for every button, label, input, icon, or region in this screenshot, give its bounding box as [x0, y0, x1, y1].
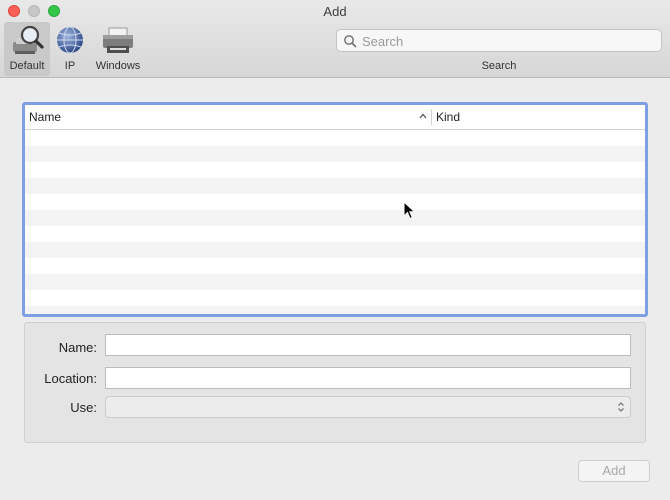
mouse-pointer-icon	[403, 201, 416, 220]
toolbar-default-label: Default	[9, 60, 45, 72]
toolbar-windows-button[interactable]: Windows	[90, 22, 146, 76]
table-row	[25, 290, 645, 306]
printer-list-table[interactable]: Name Kind	[22, 102, 648, 317]
add-printer-window: Add Default IP Windows Search Search Nam…	[0, 0, 670, 500]
table-row	[25, 226, 645, 242]
search-icon	[344, 35, 357, 48]
globe-icon	[57, 26, 83, 54]
location-label: Location:	[44, 371, 97, 386]
use-select[interactable]	[105, 396, 631, 418]
column-divider[interactable]	[431, 109, 432, 125]
toolbar-windows-label: Windows	[95, 60, 141, 72]
table-row	[25, 306, 645, 314]
table-row	[25, 178, 645, 194]
magnifier-printer-icon	[13, 25, 44, 54]
name-label: Name:	[58, 340, 97, 355]
column-header-kind[interactable]: Kind	[436, 105, 636, 129]
table-row	[25, 274, 645, 290]
window-title: Add	[323, 4, 347, 19]
use-label: Use:	[70, 400, 97, 415]
table-row	[25, 242, 645, 258]
table-row	[25, 194, 645, 210]
name-field[interactable]	[105, 334, 631, 356]
table-body	[25, 130, 645, 314]
printer-icon	[103, 27, 133, 53]
table-row	[25, 162, 645, 178]
search-field[interactable]	[336, 29, 662, 52]
toolbar: Add Default IP Windows Search Search	[0, 0, 670, 78]
table-row	[25, 130, 645, 146]
toolbar-default-button[interactable]: Default	[4, 22, 50, 76]
toolbar-ip-label: IP	[64, 60, 76, 72]
up-down-chevron-icon	[618, 402, 624, 412]
sort-ascending-icon	[419, 113, 427, 119]
add-button[interactable]: Add	[578, 460, 650, 482]
table-row	[25, 146, 645, 162]
table-row	[25, 210, 645, 226]
table-header: Name Kind	[25, 105, 645, 130]
printer-details-form: Name: Location: Use:	[24, 322, 646, 443]
search-input[interactable]	[360, 32, 654, 51]
table-row	[25, 258, 645, 274]
search-label: Search	[481, 60, 517, 72]
column-header-name[interactable]: Name	[29, 105, 429, 129]
location-field[interactable]	[105, 367, 631, 389]
toolbar-ip-button[interactable]: IP	[52, 22, 88, 76]
